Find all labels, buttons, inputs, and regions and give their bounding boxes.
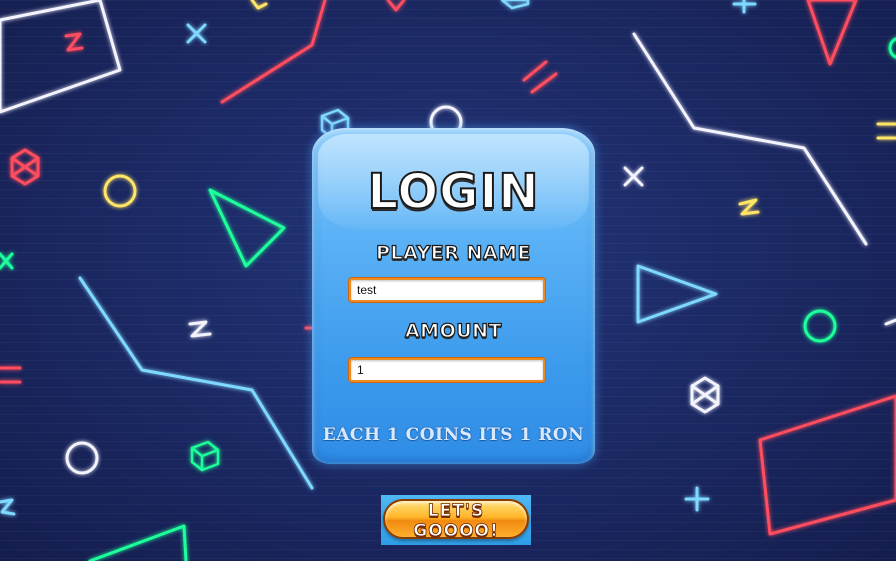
white-hexagon-icon [690,376,720,414]
yellow-double-line-icon [876,122,896,140]
login-panel: LOGIN PLAYER NAME AMOUNT EACH 1 COINS IT… [312,128,595,464]
login-title: LOGIN [366,163,540,221]
yellow-circle-icon [103,174,137,208]
green-cross-icon [0,252,14,270]
blue-plus-icon [684,486,710,512]
red-line-icon [220,0,327,104]
red-zigzag-icon [64,32,84,52]
green-triangle-icon [88,524,188,561]
coin-info-text: EACH 1 COINS ITS 1 RON [322,425,585,445]
amount-label: AMOUNT [404,319,503,342]
blue-zigzag-icon [0,498,16,516]
player-name-input[interactable] [349,278,545,302]
player-name-label: PLAYER NAME [375,241,531,264]
green-circle-icon [803,309,837,343]
red-double-line-icon [522,60,558,94]
red-double-line-icon [0,366,22,384]
white-circle-icon [65,441,99,475]
amount-input[interactable] [349,358,545,382]
red-zigzag-icon [386,0,406,12]
yellow-zigzag-icon [250,0,268,10]
green-triangle-icon [208,188,286,268]
lets-go-button[interactable]: LET'S GOOOO! [383,499,529,541]
blue-cube-icon [500,0,530,10]
white-parallelogram-icon [0,0,122,114]
blue-cross-icon [186,23,207,44]
blue-triangle-icon [636,264,718,324]
green-hexagon-icon [888,37,896,59]
blue-line-icon [78,276,314,490]
red-triangle-icon [806,0,858,66]
white-zigzag-icon [188,320,212,338]
game-login-screen: LOGIN PLAYER NAME AMOUNT EACH 1 COINS IT… [0,0,896,561]
white-cross-icon [623,166,644,187]
white-line-icon [884,318,896,326]
blue-plus-icon [732,0,757,14]
yellow-zigzag-icon [738,198,760,216]
submit-button-frame: LET'S GOOOO! [381,495,531,545]
green-cube-icon [190,440,220,472]
red-hexagon-icon [10,148,40,186]
red-parallelogram-icon [758,394,896,536]
